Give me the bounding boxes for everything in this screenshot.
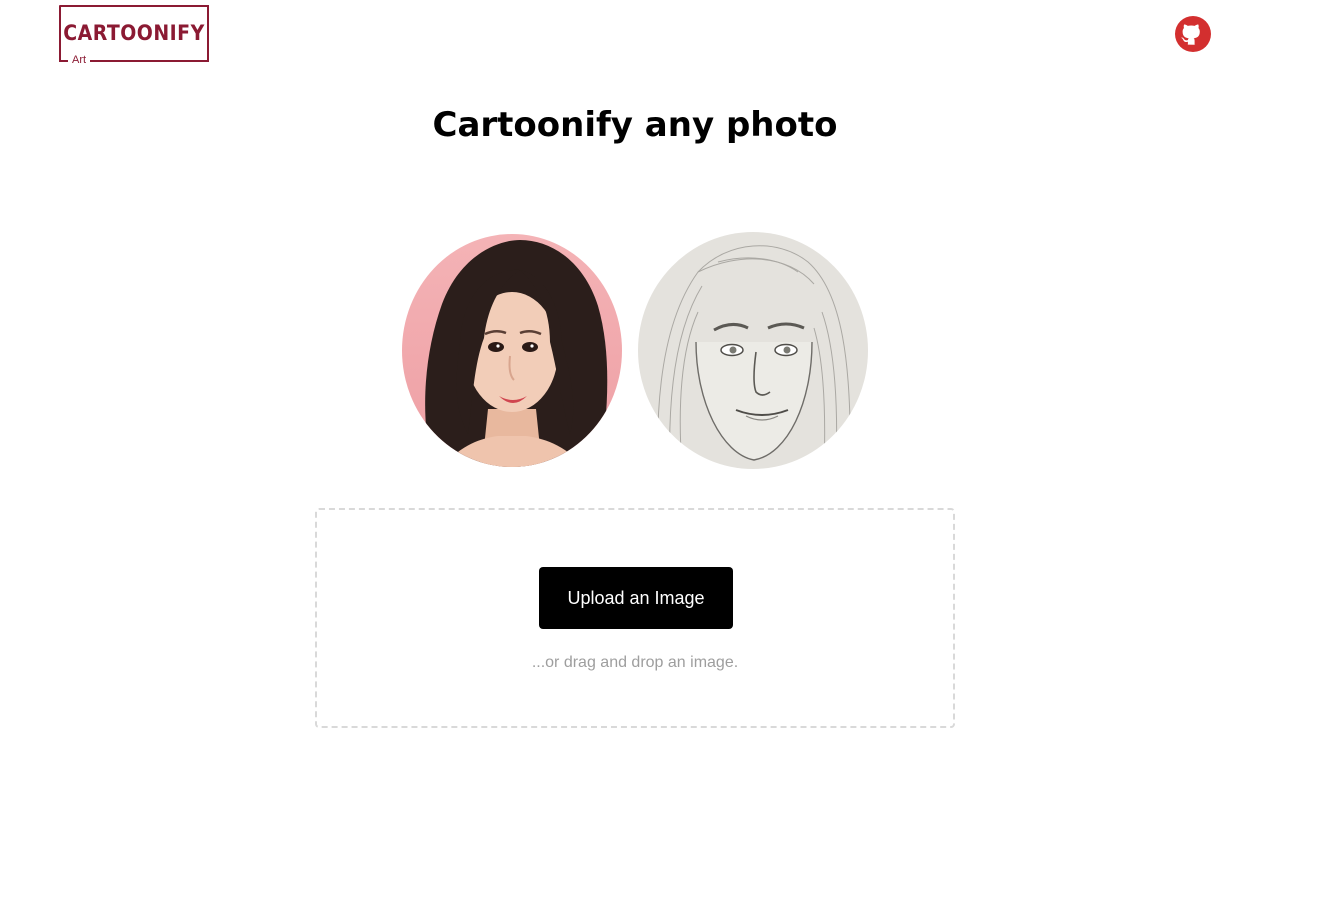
logo[interactable]: CARTOONIFY Art [59, 5, 209, 67]
upload-image-button[interactable]: Upload an Image [539, 567, 733, 629]
drag-drop-hint: ...or drag and drop an image. [531, 654, 739, 671]
page-title: Cartoonify any photo [432, 105, 838, 145]
sample-cartoonified-sketch [638, 232, 868, 469]
upload-dropzone[interactable]: Upload an Image ...or drag and drop an i… [315, 508, 955, 728]
logo-text: CARTOONIFY [63, 21, 205, 45]
sample-original-photo [402, 234, 622, 467]
logo-subtext: Art [68, 53, 91, 67]
github-link[interactable] [1174, 15, 1212, 53]
github-icon [1175, 16, 1211, 52]
